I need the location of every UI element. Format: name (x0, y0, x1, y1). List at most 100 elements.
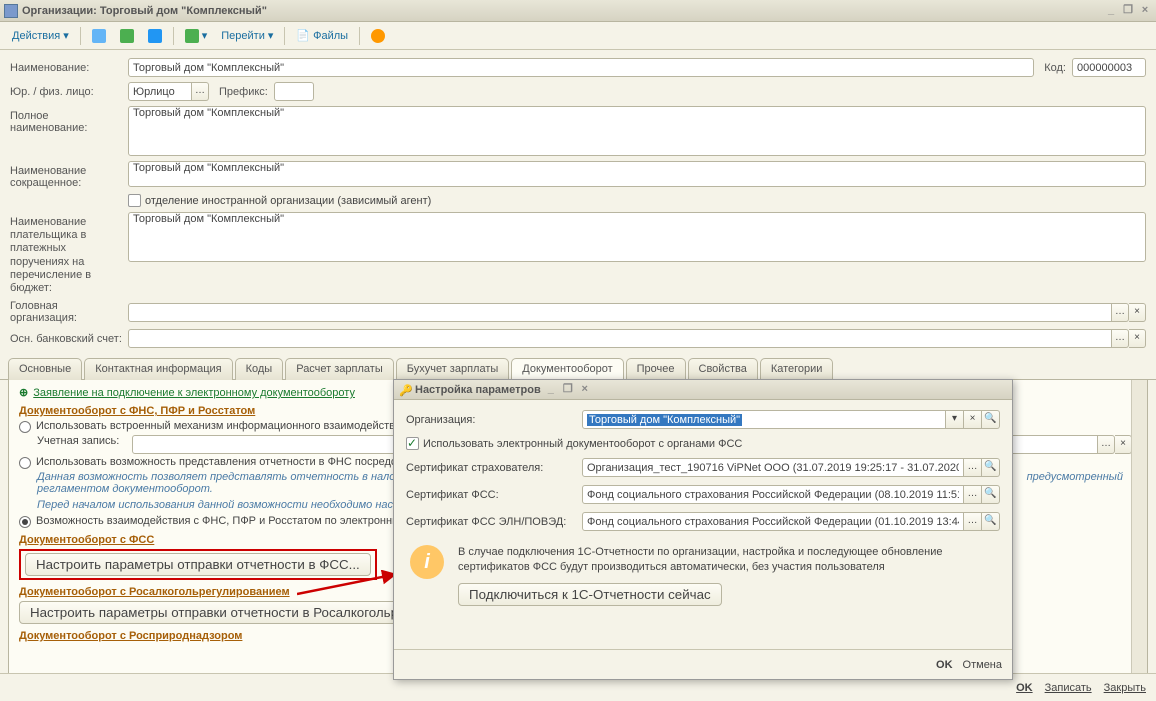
dlg-org-dropdown[interactable]: ▾ (946, 410, 964, 429)
bank-label: Осн. банковский счет: (10, 333, 128, 345)
dialog-maximize[interactable]: ❐ (561, 383, 575, 397)
dialog-cancel-button[interactable]: Отмена (963, 659, 1002, 671)
tab-contact[interactable]: Контактная информация (84, 358, 232, 380)
radio-interaction[interactable] (19, 516, 31, 528)
dlg-use-checkbox[interactable] (406, 437, 419, 450)
fullname-input[interactable]: Торговый дом "Комплексный" (128, 106, 1146, 156)
goto-menu[interactable]: Перейти ▾ (215, 26, 279, 45)
app-icon (4, 4, 18, 18)
scrollbar[interactable] (1131, 380, 1147, 681)
code-input[interactable] (1072, 58, 1146, 77)
radio-builtin[interactable] (19, 421, 31, 433)
tab-other[interactable]: Прочее (626, 358, 686, 380)
head-input[interactable] (128, 303, 1112, 322)
shortname-label: Наименование сокращенное: (10, 161, 128, 189)
cert2-input[interactable] (582, 485, 964, 504)
payer-input[interactable]: Торговый дом "Комплексный" (128, 212, 1146, 262)
dialog-minimize[interactable]: _ (544, 383, 558, 397)
bank-input[interactable] (128, 329, 1112, 348)
dialog-titlebar: 🔑 Настройка параметров _ ❐ × (394, 380, 1012, 400)
cert3-input[interactable] (582, 512, 964, 531)
tab-salary[interactable]: Расчет зарплаты (285, 358, 394, 380)
files-button[interactable]: 📄 Файлы (290, 26, 354, 45)
dlg-org-clear[interactable]: × (964, 410, 982, 429)
payer-label: Наименование плательщика в платежных пор… (10, 212, 128, 295)
head-clear-button[interactable]: × (1129, 303, 1146, 322)
tool-icon-1[interactable] (86, 26, 112, 46)
type-select-button[interactable]: … (192, 82, 209, 101)
cert2-search[interactable]: 🔍 (982, 485, 1000, 504)
window-title: Организации: Торговый дом "Комплексный" (22, 5, 267, 17)
prefix-label: Префикс: (219, 86, 274, 98)
dialog-bottom: OK Отмена (394, 649, 1012, 679)
close-button[interactable]: × (1138, 4, 1152, 18)
account-select-button[interactable]: … (1098, 435, 1115, 454)
settings-dialog: 🔑 Настройка параметров _ ❐ × Организация… (393, 379, 1013, 680)
minimize-button[interactable]: _ (1104, 4, 1118, 18)
dialog-close[interactable]: × (578, 383, 592, 397)
cert3-search[interactable]: 🔍 (982, 512, 1000, 531)
maximize-button[interactable]: ❐ (1121, 4, 1135, 18)
tab-codes[interactable]: Коды (235, 358, 284, 380)
add-icon: ⊕ (19, 387, 28, 399)
main-close-button[interactable]: Закрыть (1104, 682, 1146, 694)
application-link[interactable]: Заявление на подключение к электронному … (33, 387, 355, 399)
account-label: Учетная запись: (37, 435, 127, 447)
tabs: Основные Контактная информация Коды Расч… (0, 357, 1156, 380)
prefix-input[interactable] (274, 82, 314, 101)
dlg-use-label: Использовать электронный документооборот… (423, 438, 742, 450)
foreign-checkbox[interactable] (128, 194, 141, 207)
shortname-input[interactable]: Торговый дом "Комплексный" (128, 161, 1146, 187)
tab-accounting[interactable]: Бухучет зарплаты (396, 358, 510, 380)
dialog-title: Настройка параметров (415, 384, 541, 396)
radio-interaction-label: Возможность взаимодействия с ФНС, ПФР и … (36, 515, 408, 527)
name-input[interactable] (128, 58, 1034, 77)
dialog-ok-button[interactable]: OK (936, 659, 953, 671)
bank-select-button[interactable]: … (1112, 329, 1129, 348)
cert2-label: Сертификат ФСС: (406, 489, 582, 501)
radio-builtin-label: Использовать встроенный механизм информа… (36, 420, 407, 432)
foreign-label: отделение иностранной организации (завис… (145, 195, 431, 207)
cert1-select[interactable]: … (964, 458, 982, 477)
info-text: В случае подключения 1С-Отчетности по ор… (458, 545, 996, 575)
dlg-org-label: Организация: (406, 414, 582, 426)
cert2-select[interactable]: … (964, 485, 982, 504)
tool-icon-3[interactable] (142, 26, 168, 46)
form-area: Наименование: Код: Юр. / физ. лицо: … Пр… (0, 50, 1156, 357)
main-ok-button[interactable]: OK (1016, 682, 1033, 694)
tab-properties[interactable]: Свойства (688, 358, 758, 380)
account-clear-button[interactable]: × (1115, 435, 1132, 454)
code-label: Код: (1044, 62, 1072, 74)
cert1-search[interactable]: 🔍 (982, 458, 1000, 477)
dlg-org-input[interactable]: Торговый дом "Комплексный" (582, 410, 946, 429)
key-icon: 🔑 (399, 384, 411, 396)
dlg-org-search[interactable]: 🔍 (982, 410, 1000, 429)
fullname-label: Полное наименование: (10, 106, 128, 134)
tool-icon-4[interactable]: ▾ (179, 26, 214, 46)
toolbar: Действия ▾ ▾ Перейти ▾ 📄 Файлы (0, 22, 1156, 50)
bank-clear-button[interactable]: × (1129, 329, 1146, 348)
tool-icon-2[interactable] (114, 26, 140, 46)
cert3-label: Сертификат ФСС ЭЛН/ПОВЭД: (406, 516, 582, 528)
highlight-frame: Настроить параметры отправки отчетности … (19, 549, 377, 580)
save-button[interactable]: Записать (1045, 682, 1092, 694)
connect-button[interactable]: Подключиться к 1С-Отчетности сейчас (458, 583, 722, 606)
actions-menu[interactable]: Действия ▾ (6, 26, 75, 45)
tab-categories[interactable]: Категории (760, 358, 834, 380)
radio-represent-label: Использовать возможность представления о… (36, 456, 421, 468)
head-label: Головная организация: (10, 300, 128, 324)
tab-main[interactable]: Основные (8, 358, 82, 380)
tab-docflow[interactable]: Документооборот (511, 358, 623, 380)
info-icon: i (410, 545, 444, 579)
name-label: Наименование: (10, 62, 128, 74)
cert1-input[interactable] (582, 458, 964, 477)
configure-fss-button[interactable]: Настроить параметры отправки отчетности … (25, 553, 371, 576)
cert1-label: Сертификат страхователя: (406, 462, 582, 474)
type-input[interactable] (128, 82, 192, 101)
help-icon[interactable] (365, 26, 391, 46)
head-select-button[interactable]: … (1112, 303, 1129, 322)
cert3-select[interactable]: … (964, 512, 982, 531)
radio-represent[interactable] (19, 457, 31, 469)
type-label: Юр. / физ. лицо: (10, 86, 128, 98)
titlebar: Организации: Торговый дом "Комплексный" … (0, 0, 1156, 22)
